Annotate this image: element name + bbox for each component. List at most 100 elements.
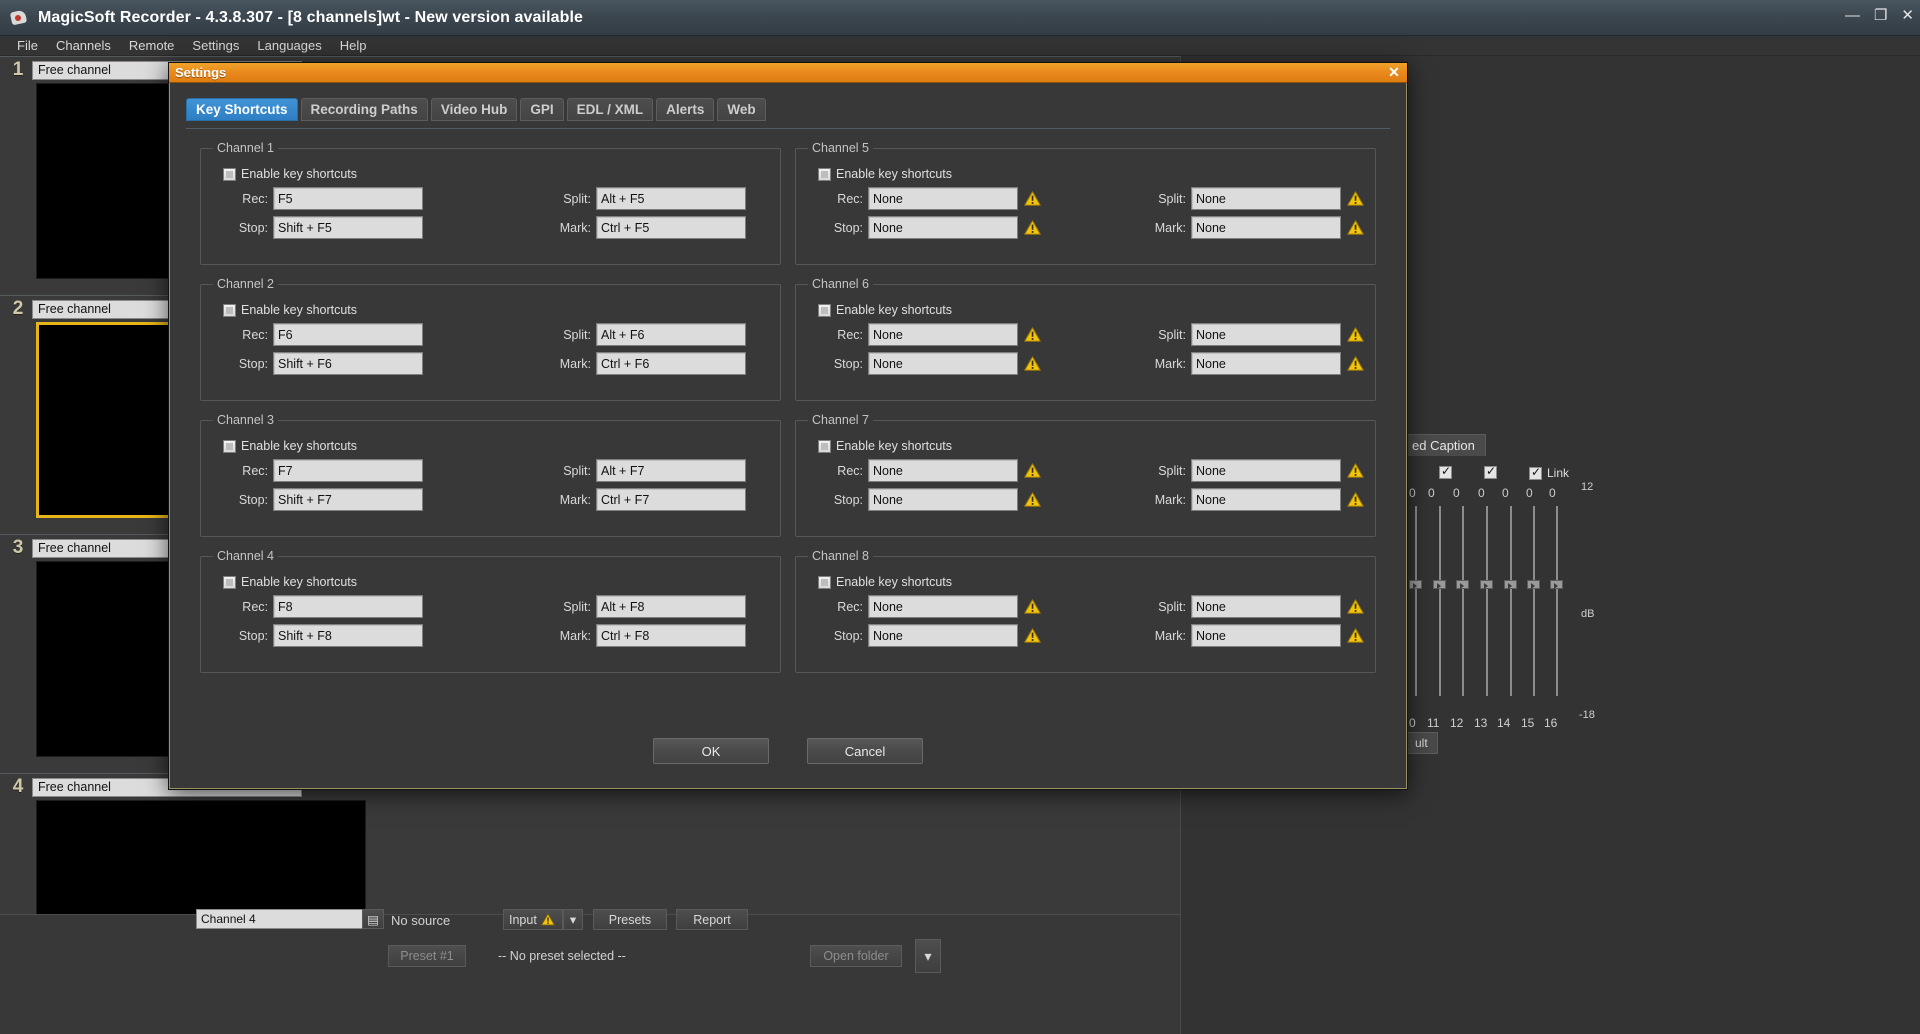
fader-handle[interactable] [1409, 580, 1422, 589]
report-button[interactable]: Report [676, 909, 748, 930]
menu-item-settings[interactable]: Settings [183, 36, 248, 56]
fader-track[interactable] [1510, 506, 1512, 696]
shortcut-row: Rec: F7 Split: Alt + F7 [211, 459, 770, 482]
channel-name-field-bottom[interactable]: Channel 4 [196, 909, 372, 929]
mark-shortcut-input[interactable]: None [1191, 216, 1341, 239]
input-dropdown-button[interactable]: ▾ [563, 909, 583, 930]
split-shortcut-input[interactable]: Alt + F7 [596, 459, 746, 482]
split-shortcut-label: Split: [563, 327, 591, 342]
stop-shortcut-input[interactable]: Shift + F5 [273, 216, 423, 239]
open-folder-button[interactable]: Open folder [810, 945, 902, 967]
split-shortcut-input[interactable]: Alt + F6 [596, 323, 746, 346]
split-shortcut-input[interactable]: Alt + F5 [596, 187, 746, 210]
fader-handle[interactable] [1527, 580, 1540, 589]
stop-shortcut-input[interactable]: None [868, 624, 1018, 647]
rec-shortcut-input[interactable]: None [868, 595, 1018, 618]
minimize-button[interactable]: — [1845, 8, 1860, 23]
split-shortcut-input[interactable]: None [1191, 323, 1341, 346]
default-button[interactable]: ult [1405, 732, 1438, 754]
thumbnail-toggle-button[interactable]: ▤ [362, 909, 384, 929]
tab-key-shortcuts[interactable]: Key Shortcuts [186, 98, 298, 121]
dialog-close-icon[interactable]: ✕ [1385, 64, 1403, 81]
split-shortcut-input[interactable]: None [1191, 459, 1341, 482]
mark-shortcut-input[interactable]: None [1191, 488, 1341, 511]
checkbox-checked[interactable] [1484, 464, 1497, 479]
enable-key-shortcuts-checkbox[interactable] [223, 303, 236, 317]
enable-key-shortcuts-checkbox[interactable] [818, 303, 831, 317]
stop-shortcut-input[interactable]: None [868, 216, 1018, 239]
fader-track[interactable] [1462, 506, 1464, 696]
shortcut-row: Stop: None Mark: None [806, 216, 1365, 239]
fader-handle[interactable] [1433, 580, 1446, 589]
application-window: MagicSoft Recorder - 4.3.8.307 - [8 chan… [0, 0, 1920, 1034]
mark-shortcut-input[interactable]: None [1191, 624, 1341, 647]
stop-shortcut-input[interactable]: None [868, 352, 1018, 375]
fader-handle[interactable] [1504, 580, 1517, 589]
fader-track[interactable] [1486, 506, 1488, 696]
scroll-down-button[interactable]: ▾ [915, 939, 941, 973]
mark-shortcut-input[interactable]: Ctrl + F6 [596, 352, 746, 375]
mark-shortcut-input[interactable]: Ctrl + F5 [596, 216, 746, 239]
menu-item-languages[interactable]: Languages [248, 36, 330, 56]
menu-item-file[interactable]: File [8, 36, 47, 56]
mark-shortcut-input[interactable]: Ctrl + F7 [596, 488, 746, 511]
split-shortcut-input[interactable]: None [1191, 595, 1341, 618]
close-button[interactable]: ✕ [1901, 8, 1914, 23]
tab-edl-xml[interactable]: EDL / XML [566, 98, 654, 121]
tab-video-hub[interactable]: Video Hub [430, 98, 518, 121]
fader-track[interactable] [1533, 506, 1535, 696]
checkbox-checked[interactable] [1439, 464, 1452, 479]
cancel-button[interactable]: Cancel [807, 738, 923, 764]
enable-key-shortcuts-checkbox[interactable] [223, 575, 236, 589]
channel-group-channel-5: Channel 5 Enable key shortcuts Rec: None Spl… [795, 141, 1376, 265]
tab-recording-paths[interactable]: Recording Paths [300, 98, 428, 121]
presets-button[interactable]: Presets [593, 909, 667, 930]
tab-alerts[interactable]: Alerts [656, 98, 715, 121]
fader-track[interactable] [1556, 506, 1558, 696]
enable-key-shortcuts-checkbox[interactable] [223, 167, 236, 181]
mark-shortcut-input[interactable]: None [1191, 352, 1341, 375]
fader-label: 16 [1544, 716, 1558, 730]
menu-item-channels[interactable]: Channels [47, 36, 120, 56]
mark-shortcut-label: Mark: [559, 492, 591, 507]
split-shortcut-input[interactable]: None [1191, 187, 1341, 210]
enable-key-shortcuts-checkbox[interactable] [223, 439, 236, 453]
enable-key-shortcuts-checkbox[interactable] [818, 439, 831, 453]
checkbox-checked[interactable] [1529, 465, 1542, 480]
stop-shortcut-input[interactable]: Shift + F8 [273, 624, 423, 647]
rec-shortcut-input[interactable]: F5 [273, 187, 423, 210]
fader-track[interactable] [1439, 506, 1441, 696]
ok-button[interactable]: OK [653, 738, 769, 764]
fader-track[interactable] [1415, 506, 1417, 696]
channel-group-title: Channel 1 [217, 141, 274, 155]
split-shortcut-input[interactable]: Alt + F8 [596, 595, 746, 618]
fader-label: 13 [1474, 716, 1488, 730]
menu-item-help[interactable]: Help [331, 36, 376, 56]
rec-shortcut-input[interactable]: None [868, 323, 1018, 346]
menu-item-remote[interactable]: Remote [120, 36, 184, 56]
stop-shortcut-label: Stop: [833, 628, 863, 643]
rec-shortcut-input[interactable]: F6 [273, 323, 423, 346]
enable-key-shortcuts-row: Enable key shortcuts [223, 303, 770, 317]
tab-gpi[interactable]: GPI [520, 98, 564, 121]
input-button[interactable]: Input [503, 909, 563, 930]
stop-shortcut-input[interactable]: Shift + F7 [273, 488, 423, 511]
rec-shortcut-input[interactable]: None [868, 459, 1018, 482]
channel-group-title: Channel 3 [217, 413, 274, 427]
enable-key-shortcuts-checkbox[interactable] [818, 575, 831, 589]
rec-shortcut-input[interactable]: None [868, 187, 1018, 210]
enable-key-shortcuts-checkbox[interactable] [818, 167, 831, 181]
tab-web[interactable]: Web [717, 98, 766, 121]
rec-shortcut-input[interactable]: F8 [273, 595, 423, 618]
preset-1-button[interactable]: Preset #1 [388, 945, 466, 967]
fader-handle[interactable] [1456, 580, 1469, 589]
rec-shortcut-label: Rec: [837, 327, 863, 342]
stop-shortcut-input[interactable]: None [868, 488, 1018, 511]
shortcut-row: Stop: None Mark: None [806, 624, 1365, 647]
fader-handle[interactable] [1480, 580, 1493, 589]
stop-shortcut-input[interactable]: Shift + F6 [273, 352, 423, 375]
maximize-button[interactable]: ❐ [1874, 8, 1887, 23]
fader-handle[interactable] [1550, 580, 1563, 589]
rec-shortcut-input[interactable]: F7 [273, 459, 423, 482]
mark-shortcut-input[interactable]: Ctrl + F8 [596, 624, 746, 647]
